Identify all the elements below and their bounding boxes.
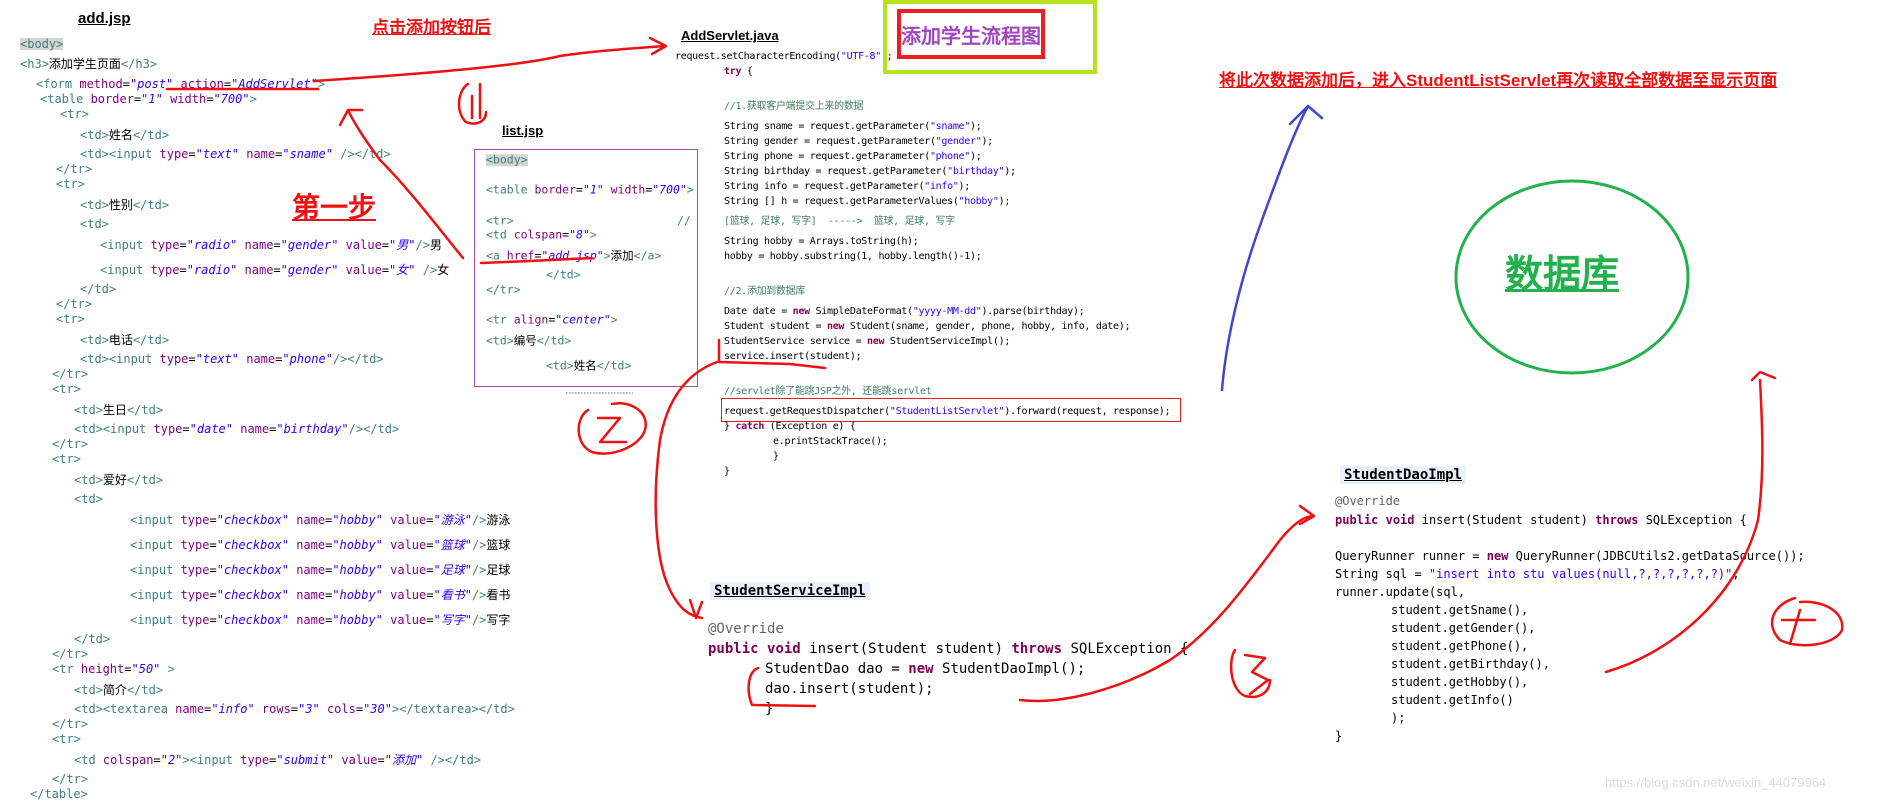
arrow-to-service-impl [654, 360, 719, 620]
arrow-to-database [1604, 370, 1777, 674]
arrow-to-servlet [312, 36, 668, 83]
step-3-mark [1229, 648, 1272, 699]
arrow-to-list-servlet [1220, 104, 1324, 392]
arrow-to-form [338, 108, 465, 260]
arrow-to-dao-impl [1018, 504, 1316, 703]
step-2-mark [577, 401, 647, 455]
step-4-mark [1770, 596, 1844, 647]
database-ellipse [1454, 179, 1690, 375]
student-add-flow-diagram: add.jsp <body> <h3>添加学生页面</h3> <form metho… [0, 0, 1884, 804]
step-1-mark [457, 82, 488, 125]
dao-bracket [747, 666, 817, 708]
annotation-strokes [165, 36, 1844, 708]
href-underline [479, 256, 594, 265]
service-bracket [717, 338, 827, 370]
watermark: https://blog.csdn.net/weixin_44079964 [1605, 775, 1827, 790]
